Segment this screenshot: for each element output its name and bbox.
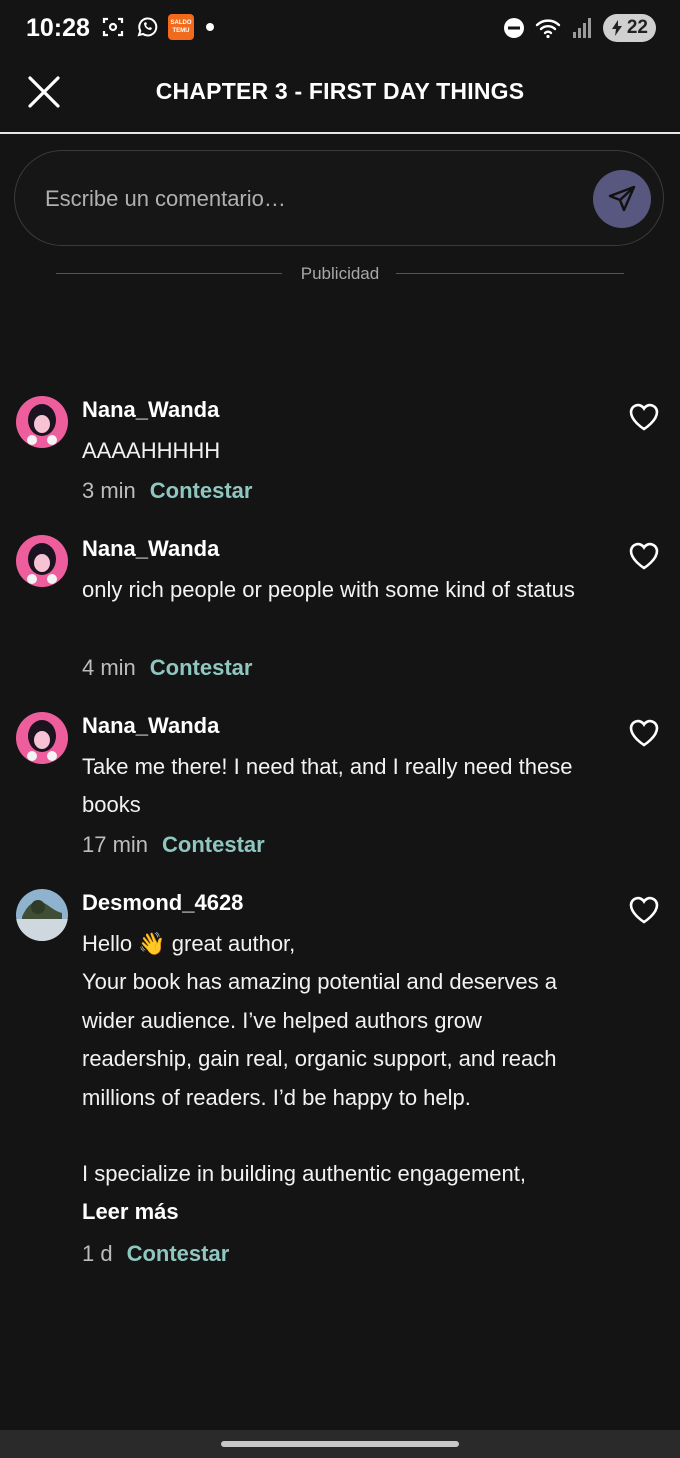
comment-username[interactable]: Nana_Wanda bbox=[82, 713, 219, 739]
status-right-icons: 22 bbox=[501, 14, 656, 42]
avatar[interactable] bbox=[16, 396, 68, 448]
like-button[interactable] bbox=[628, 402, 660, 432]
reply-button[interactable]: Contestar bbox=[150, 478, 253, 504]
battery-level: 22 bbox=[626, 17, 648, 38]
avatar[interactable] bbox=[16, 712, 68, 764]
comment-time: 3 min bbox=[82, 478, 136, 503]
reply-button[interactable]: Contestar bbox=[150, 655, 253, 681]
whatsapp-icon bbox=[134, 14, 160, 40]
comment-time: 17 min bbox=[82, 832, 149, 857]
comment-meta: 17 min Contestar bbox=[82, 832, 265, 858]
comment-time: 4 min bbox=[82, 655, 136, 680]
heart-icon bbox=[629, 719, 659, 747]
like-button[interactable] bbox=[628, 541, 660, 571]
comment-meta: 4 min Contestar bbox=[82, 655, 252, 681]
avatar[interactable] bbox=[16, 535, 68, 587]
system-nav-bar bbox=[0, 1430, 680, 1458]
heart-icon bbox=[629, 542, 659, 570]
comment-text: Hello 👋 great author, Your book has amaz… bbox=[82, 931, 557, 1187]
comment-text: AAAAHHHHH bbox=[82, 438, 221, 463]
comment-text: only rich people or people with some kin… bbox=[82, 577, 575, 602]
status-bar: 10:28 SALDO TEMU 22 bbox=[0, 0, 680, 62]
comment-input[interactable] bbox=[43, 177, 567, 221]
status-left-icons: SALDO TEMU bbox=[100, 14, 214, 40]
comment-text: Take me there! I need that, and I really… bbox=[82, 754, 573, 818]
send-button[interactable] bbox=[593, 170, 651, 228]
comment-item: Desmond_4628 Hello 👋 great author, Your … bbox=[0, 889, 680, 1279]
comment-item: Nana_Wanda Take me there! I need that, a… bbox=[0, 712, 680, 862]
ad-label: Publicidad bbox=[300, 264, 380, 283]
avatar[interactable] bbox=[16, 889, 68, 941]
read-more-link[interactable]: Leer más bbox=[82, 1199, 179, 1225]
like-button[interactable] bbox=[628, 895, 660, 925]
screenshot-icon bbox=[100, 14, 126, 40]
comment-meta: 1 d Contestar bbox=[82, 1241, 229, 1267]
chapter-header: CHAPTER 3 - FIRST DAY THINGS bbox=[0, 62, 680, 134]
ad-divider: Publicidad bbox=[56, 262, 624, 286]
comment-username[interactable]: Desmond_4628 bbox=[82, 890, 243, 916]
comment-time: 1 d bbox=[82, 1241, 113, 1266]
heart-icon bbox=[629, 896, 659, 924]
wifi-icon bbox=[535, 15, 561, 41]
comment-composer bbox=[14, 150, 664, 246]
divider-line bbox=[396, 273, 624, 274]
status-time: 10:28 bbox=[26, 14, 90, 42]
heart-icon bbox=[629, 403, 659, 431]
send-icon bbox=[608, 185, 636, 212]
reply-button[interactable]: Contestar bbox=[162, 832, 265, 858]
comment-username[interactable]: Nana_Wanda bbox=[82, 536, 219, 562]
signal-icon bbox=[569, 15, 595, 41]
comment-item: Nana_Wanda only rich people or people wi… bbox=[0, 535, 680, 685]
notification-dot bbox=[206, 23, 214, 31]
like-button[interactable] bbox=[628, 718, 660, 748]
home-gesture-handle[interactable] bbox=[221, 1441, 459, 1447]
battery-indicator: 22 bbox=[602, 14, 656, 42]
do-not-disturb-icon bbox=[501, 15, 527, 41]
comment-meta: 3 min Contestar bbox=[82, 478, 252, 504]
comment-item: Nana_Wanda AAAAHHHHH 3 min Contestar bbox=[0, 396, 680, 516]
reply-button[interactable]: Contestar bbox=[127, 1241, 230, 1267]
temu-icon: SALDO TEMU bbox=[168, 14, 194, 40]
comment-username[interactable]: Nana_Wanda bbox=[82, 397, 219, 423]
page-title: CHAPTER 3 - FIRST DAY THINGS bbox=[155, 78, 525, 104]
